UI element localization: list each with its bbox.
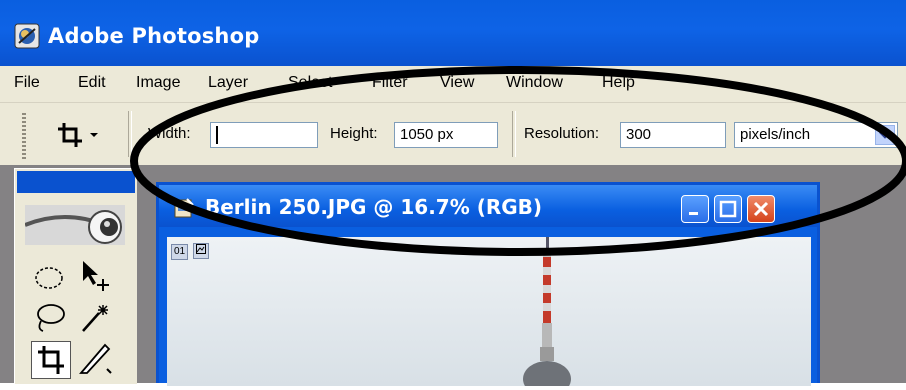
menu-layer[interactable]: Layer — [208, 74, 248, 92]
minimize-icon — [689, 212, 698, 215]
document-title: Berlin 250.JPG @ 16.7% (RGB) — [205, 195, 543, 219]
crop-icon — [38, 346, 64, 374]
dropdown-button[interactable] — [875, 125, 895, 145]
move-icon[interactable] — [75, 257, 115, 295]
height-field[interactable]: 1050 px — [394, 122, 498, 148]
width-label: Width: — [148, 125, 191, 142]
minimize-button[interactable] — [681, 195, 709, 223]
resolution-value: 300 — [626, 126, 652, 143]
options-bar: Width: Height: 1050 px Resolution: 300 p… — [0, 103, 906, 165]
tv-tower-photo — [167, 237, 811, 390]
maximize-icon — [719, 200, 737, 218]
options-separator — [512, 111, 516, 157]
menu-image[interactable]: Image — [136, 74, 180, 92]
status-number: 01 — [171, 244, 189, 260]
options-separator — [128, 111, 132, 157]
menu-bar: File Edit Image Layer Select Filter View… — [0, 66, 906, 103]
width-field[interactable] — [210, 122, 318, 148]
menu-view[interactable]: View — [440, 74, 474, 92]
document-icon — [174, 198, 194, 218]
height-value: 1050 px — [400, 126, 454, 143]
lasso-icon[interactable] — [31, 299, 71, 337]
maximize-button[interactable] — [714, 195, 742, 223]
image-preview-icon[interactable] — [193, 243, 210, 259]
resolution-unit-value: pixels/inch — [740, 126, 811, 143]
crop-icon[interactable] — [56, 121, 100, 149]
title-bar: Adobe Photoshop — [0, 0, 906, 66]
height-label: Height: — [330, 125, 378, 142]
chevron-down-icon — [879, 131, 891, 139]
menu-edit[interactable]: Edit — [78, 74, 106, 92]
menu-select[interactable]: Select — [288, 74, 332, 92]
slice-icon[interactable] — [75, 339, 115, 377]
crop-tool-button[interactable] — [31, 341, 71, 379]
toolbox-header[interactable] — [17, 171, 135, 193]
image-canvas[interactable] — [167, 237, 811, 390]
marquee-ellipse-icon[interactable] — [31, 259, 71, 297]
toolbox-panel — [14, 168, 137, 384]
status-icons: 01 — [171, 239, 210, 260]
resolution-label: Resolution: — [524, 125, 600, 142]
close-button[interactable] — [747, 195, 775, 223]
app-title: Adobe Photoshop — [48, 24, 260, 48]
text-cursor — [216, 126, 218, 145]
magic-wand-icon[interactable] — [75, 299, 115, 337]
menu-help[interactable]: Help — [602, 74, 635, 92]
document-title-bar[interactable]: Berlin 250.JPG @ 16.7% (RGB) — [159, 185, 817, 227]
resolution-field[interactable]: 300 — [620, 122, 726, 148]
close-icon — [753, 201, 769, 217]
resolution-unit-select[interactable]: pixels/inch — [734, 122, 898, 148]
menu-window[interactable]: Window — [506, 74, 563, 92]
options-bar-grip[interactable] — [22, 113, 26, 159]
photoshop-icon — [14, 23, 40, 49]
document-window: Berlin 250.JPG @ 16.7% (RGB) 01 — [156, 182, 820, 390]
picture-icon — [196, 244, 207, 254]
menu-file[interactable]: File — [14, 74, 40, 92]
photoshop-window: Adobe Photoshop File Edit Image Layer Se… — [0, 0, 906, 390]
photoshop-eye-logo[interactable] — [25, 205, 125, 245]
menu-filter[interactable]: Filter — [372, 74, 408, 92]
